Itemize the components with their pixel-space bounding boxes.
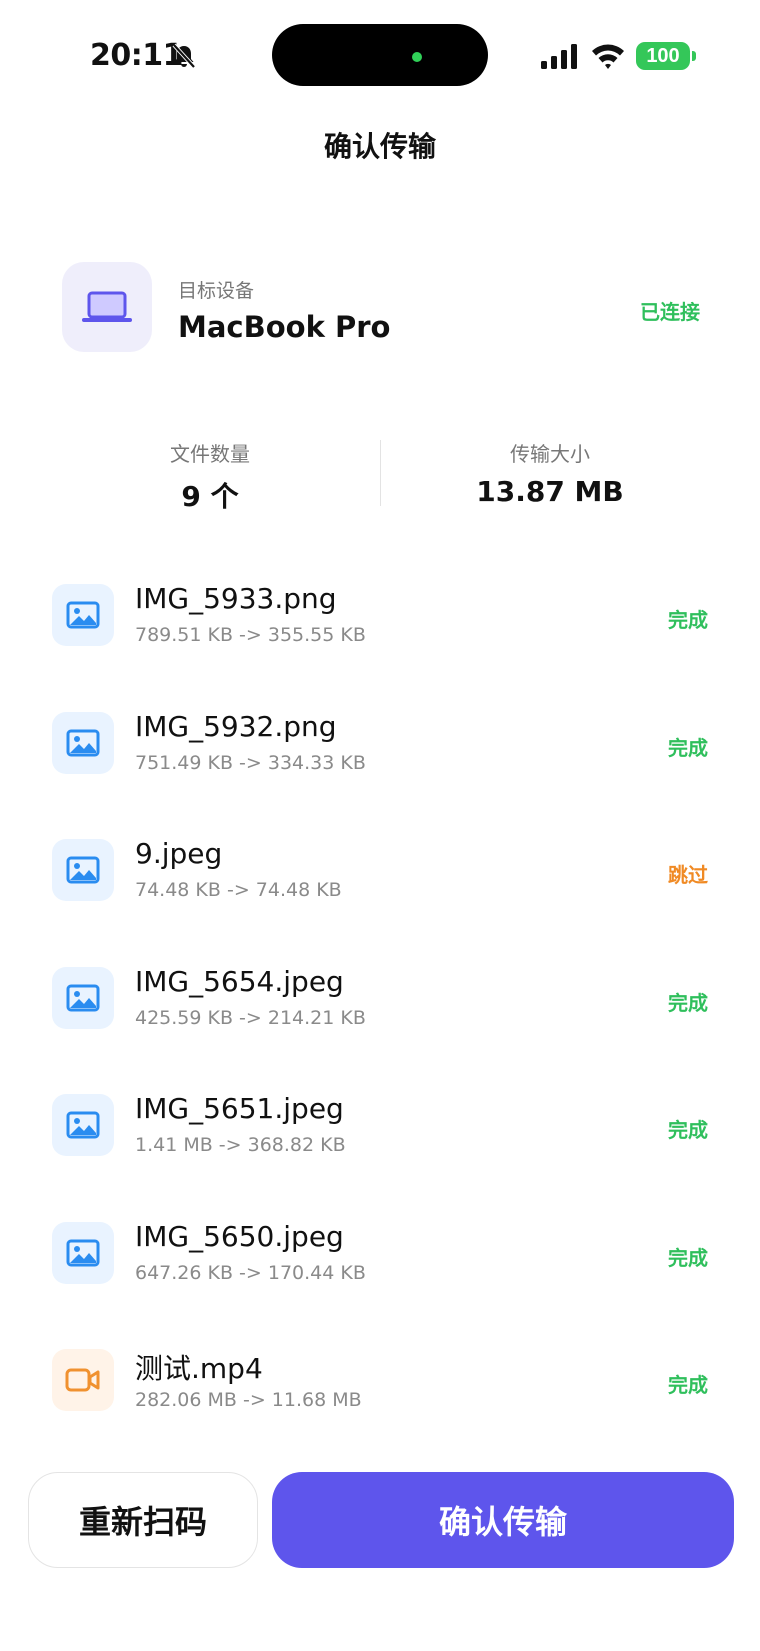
file-size: 282.06 MB -> 11.68 MB (135, 1389, 362, 1411)
signal-icon (541, 44, 577, 69)
file-status: 完成 (668, 608, 708, 632)
file-list: IMG_5933.png 789.51 KB -> 355.55 KB 完成 IMG_… (0, 570, 760, 1463)
file-status: 完成 (668, 990, 708, 1015)
image-icon (66, 601, 100, 629)
dynamic-island (272, 24, 488, 86)
file-row: IMG_5933.png 789.51 KB -> 355.55 KB 完成 (0, 570, 760, 698)
file-size: 751.49 KB -> 334.33 KB (135, 751, 366, 774)
device-icon-container (62, 262, 152, 352)
video-icon (65, 1368, 100, 1392)
file-size: 425.59 KB -> 214.21 KB (135, 1006, 366, 1029)
image-icon (66, 729, 100, 756)
file-name: IMG_5933.png (135, 582, 337, 615)
image-icon (66, 1239, 100, 1266)
file-type-icon (52, 711, 114, 774)
file-status: 完成 (668, 1118, 708, 1142)
wifi-icon (592, 44, 624, 69)
connection-status: 已连接 (640, 300, 700, 324)
battery-nub (692, 51, 696, 61)
image-icon (66, 984, 100, 1011)
file-size: 74.48 KB -> 74.48 KB (135, 879, 342, 901)
file-type-icon (52, 584, 114, 646)
file-row: IMG_5651.jpeg 1.41 MB -> 368.82 KB 完成 (0, 1080, 760, 1208)
image-icon (66, 856, 100, 884)
file-size: 789.51 KB -> 355.55 KB (135, 624, 366, 646)
battery-icon: 100 (636, 42, 690, 70)
file-type-icon (52, 1094, 114, 1156)
file-status: 完成 (668, 735, 708, 760)
file-row: 9.jpeg 74.48 KB -> 74.48 KB 跳过 (0, 825, 760, 953)
file-name: IMG_5651.jpeg (135, 1092, 344, 1125)
file-type-icon (52, 1349, 114, 1411)
confirm-transfer-button[interactable]: 确认传输 (272, 1472, 734, 1568)
file-name: IMG_5654.jpeg (135, 964, 344, 998)
file-row: IMG_5654.jpeg 425.59 KB -> 214.21 KB 完成 (0, 953, 760, 1081)
file-name: IMG_5932.png (135, 709, 337, 743)
stats-divider (380, 440, 381, 506)
confirm-transfer-screen: 20:11 100 确认传输 目标设备 MacBook Pro 已连接 文件数量… (0, 0, 760, 1651)
file-type-icon (52, 966, 114, 1029)
file-row: IMG_5650.jpeg 647.26 KB -> 170.44 KB 完成 (0, 1208, 760, 1336)
file-count-stat: 文件数量 9 个 (90, 438, 330, 515)
file-row: 测试.mp4 282.06 MB -> 11.68 MB 完成 (0, 1335, 760, 1463)
transfer-size-label: 传输大小 (510, 442, 590, 466)
file-type-icon (52, 839, 114, 901)
file-count-value: 9 个 (181, 480, 239, 513)
battery-level: 100 (646, 44, 680, 67)
file-count-label: 文件数量 (170, 442, 250, 466)
device-label: 目标设备 (178, 280, 255, 302)
file-row: IMG_5932.png 751.49 KB -> 334.33 KB 完成 (0, 698, 760, 826)
file-name: 9.jpeg (135, 837, 223, 870)
file-name: 测试.mp4 (135, 1352, 263, 1385)
file-status: 完成 (668, 1373, 708, 1397)
transfer-size-stat: 传输大小 13.87 MB (430, 438, 670, 508)
bell-slash-icon (172, 43, 196, 69)
file-size: 647.26 KB -> 170.44 KB (135, 1261, 366, 1284)
file-status: 跳过 (668, 863, 708, 887)
status-bar: 20:11 100 (0, 0, 760, 110)
image-icon (66, 1111, 100, 1139)
file-status: 完成 (668, 1245, 708, 1270)
transfer-size-value: 13.87 MB (476, 475, 624, 508)
rescan-button[interactable]: 重新扫码 (28, 1472, 258, 1568)
file-size: 1.41 MB -> 368.82 KB (135, 1134, 346, 1156)
file-type-icon (52, 1221, 114, 1284)
file-name: IMG_5650.jpeg (135, 1219, 344, 1253)
device-name: MacBook Pro (178, 310, 391, 344)
page-title: 确认传输 (323, 130, 436, 163)
laptop-icon (82, 291, 132, 322)
camera-indicator-dot (412, 52, 422, 62)
